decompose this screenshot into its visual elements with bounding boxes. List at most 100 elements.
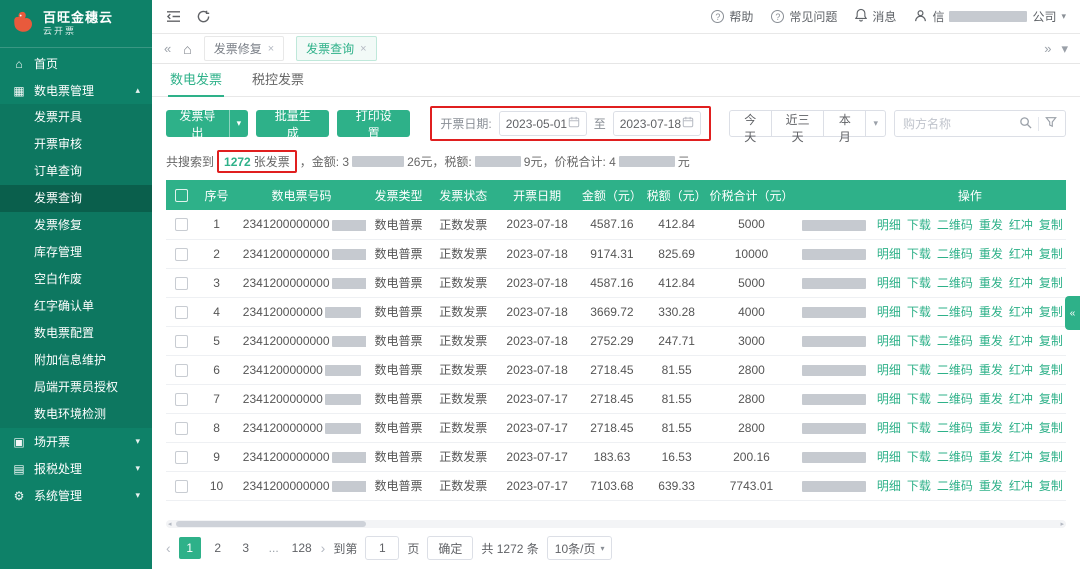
op-qrcode-link[interactable]: 二维码 [937,450,973,464]
sidebar-subitem-1-7[interactable]: 红字确认单 [0,293,152,320]
sidebar-subitem-1-10[interactable]: 局端开票员授权 [0,374,152,401]
close-icon[interactable]: × [360,43,366,55]
quick-3days-button[interactable]: 近三天 [770,110,825,144]
sidebar-subitem-1-3[interactable]: 发票查询 [0,185,152,212]
row-checkbox[interactable] [174,450,188,464]
op-resend-link[interactable]: 重发 [979,450,1003,464]
op-red-reverse-link[interactable]: 红冲 [1009,218,1033,232]
op-qrcode-link[interactable]: 二维码 [937,421,973,435]
account-menu[interactable]: 信 公司 ▾ [914,8,1066,25]
tab-tax-control-invoice[interactable]: 税控发票 [250,64,306,97]
help-link[interactable]: ? 帮助 [711,8,753,25]
date-end-input[interactable]: 2023-07-18 [612,111,701,136]
page-size-select[interactable]: 10条/页 ▾ [546,536,613,560]
op-copy-link[interactable]: 复制 [1039,276,1063,290]
row-checkbox[interactable] [174,479,188,493]
invoice-export-button[interactable]: 发票导出 ▾ [166,109,249,140]
op-detail-link[interactable]: 明细 [877,334,901,348]
sidebar-item-2[interactable]: ▣ 场开票 ▾ [0,428,152,455]
op-resend-link[interactable]: 重发 [979,363,1003,377]
sidebar-subitem-1-5[interactable]: 库存管理 [0,239,152,266]
prev-page-icon[interactable]: ‹ [166,541,171,555]
row-checkbox[interactable] [174,276,188,290]
op-download-link[interactable]: 下载 [907,276,931,290]
op-red-reverse-link[interactable]: 红冲 [1009,363,1033,377]
quick-range-dropdown[interactable]: ▾ [865,110,886,137]
tabs-scroll-left-icon[interactable]: « [164,41,171,56]
tab-digital-invoice[interactable]: 数电发票 [168,64,225,97]
op-resend-link[interactable]: 重发 [979,392,1003,406]
page-button-2[interactable]: 2 [207,537,229,559]
op-download-link[interactable]: 下载 [907,334,931,348]
goto-confirm-button[interactable]: 确定 [427,536,474,560]
sidebar-item-3[interactable]: ▤ 报税处理 ▾ [0,455,152,482]
op-detail-link[interactable]: 明细 [877,392,901,406]
op-detail-link[interactable]: 明细 [877,450,901,464]
op-download-link[interactable]: 下载 [907,479,931,493]
close-icon[interactable]: × [268,43,274,55]
goto-page-input[interactable] [365,536,400,560]
op-download-link[interactable]: 下载 [907,363,931,377]
quick-month-button[interactable]: 本月 [823,110,867,144]
op-download-link[interactable]: 下载 [907,305,931,319]
op-qrcode-link[interactable]: 二维码 [937,247,973,261]
scroll-left-icon[interactable]: ◂ [168,520,172,528]
op-download-link[interactable]: 下载 [907,392,931,406]
sidebar-subitem-1-8[interactable]: 数电票配置 [0,320,152,347]
sidebar-subitem-1-4[interactable]: 发票修复 [0,212,152,239]
row-checkbox[interactable] [174,247,188,261]
op-qrcode-link[interactable]: 二维码 [937,276,973,290]
op-download-link[interactable]: 下载 [907,218,931,232]
row-checkbox[interactable] [174,363,188,377]
op-download-link[interactable]: 下载 [907,450,931,464]
page-tab-invoice-query[interactable]: 发票查询 × [296,36,377,61]
print-settings-button[interactable]: 打印设置 [337,109,411,140]
buyer-search-input[interactable] [903,116,1014,131]
op-copy-link[interactable]: 复制 [1039,334,1063,348]
op-copy-link[interactable]: 复制 [1039,305,1063,319]
page-tab-invoice-repair[interactable]: 发票修复 × [203,36,285,61]
sidebar-subitem-1-1[interactable]: 开票审核 [0,131,152,158]
op-copy-link[interactable]: 复制 [1039,421,1063,435]
row-checkbox[interactable] [174,305,188,319]
op-qrcode-link[interactable]: 二维码 [937,305,973,319]
op-resend-link[interactable]: 重发 [979,276,1003,290]
op-qrcode-link[interactable]: 二维码 [937,392,973,406]
op-download-link[interactable]: 下载 [907,421,931,435]
op-red-reverse-link[interactable]: 红冲 [1009,450,1033,464]
right-panel-collapse-button[interactable]: « [1065,296,1080,330]
op-detail-link[interactable]: 明细 [877,218,901,232]
op-resend-link[interactable]: 重发 [979,334,1003,348]
scroll-right-icon[interactable]: ▸ [1060,520,1064,528]
op-red-reverse-link[interactable]: 红冲 [1009,276,1033,290]
tabs-list-icon[interactable]: ▾ [1061,41,1068,57]
op-red-reverse-link[interactable]: 红冲 [1009,479,1033,493]
sidebar-item-0[interactable]: ⌂ 首页 [0,50,152,77]
sidebar-item-4[interactable]: ⚙ 系统管理 ▾ [0,482,152,509]
op-copy-link[interactable]: 复制 [1039,363,1063,377]
sidebar-subitem-1-9[interactable]: 附加信息维护 [0,347,152,374]
op-qrcode-link[interactable]: 二维码 [937,334,973,348]
op-copy-link[interactable]: 复制 [1039,450,1063,464]
refresh-icon[interactable] [197,10,210,23]
page-button-1[interactable]: 1 [178,537,201,559]
op-red-reverse-link[interactable]: 红冲 [1009,392,1033,406]
op-detail-link[interactable]: 明细 [877,421,901,435]
filter-icon[interactable] [1045,116,1057,131]
op-red-reverse-link[interactable]: 红冲 [1009,334,1033,348]
date-start-input[interactable]: 2023-05-01 [498,111,587,136]
row-checkbox[interactable] [174,392,188,406]
sidebar-item-1[interactable]: ▦ 数电票管理 ▴ [0,77,152,104]
tabs-scroll-right-icon[interactable]: » [1044,41,1051,56]
messages-link[interactable]: 消息 [855,8,896,25]
op-detail-link[interactable]: 明细 [877,363,901,377]
op-detail-link[interactable]: 明细 [877,276,901,290]
sidebar-subitem-1-2[interactable]: 订单查询 [0,158,152,185]
op-red-reverse-link[interactable]: 红冲 [1009,247,1033,261]
op-resend-link[interactable]: 重发 [979,305,1003,319]
op-qrcode-link[interactable]: 二维码 [937,479,973,493]
op-qrcode-link[interactable]: 二维码 [937,363,973,377]
op-qrcode-link[interactable]: 二维码 [937,218,973,232]
row-checkbox[interactable] [174,334,188,348]
op-detail-link[interactable]: 明细 [877,305,901,319]
